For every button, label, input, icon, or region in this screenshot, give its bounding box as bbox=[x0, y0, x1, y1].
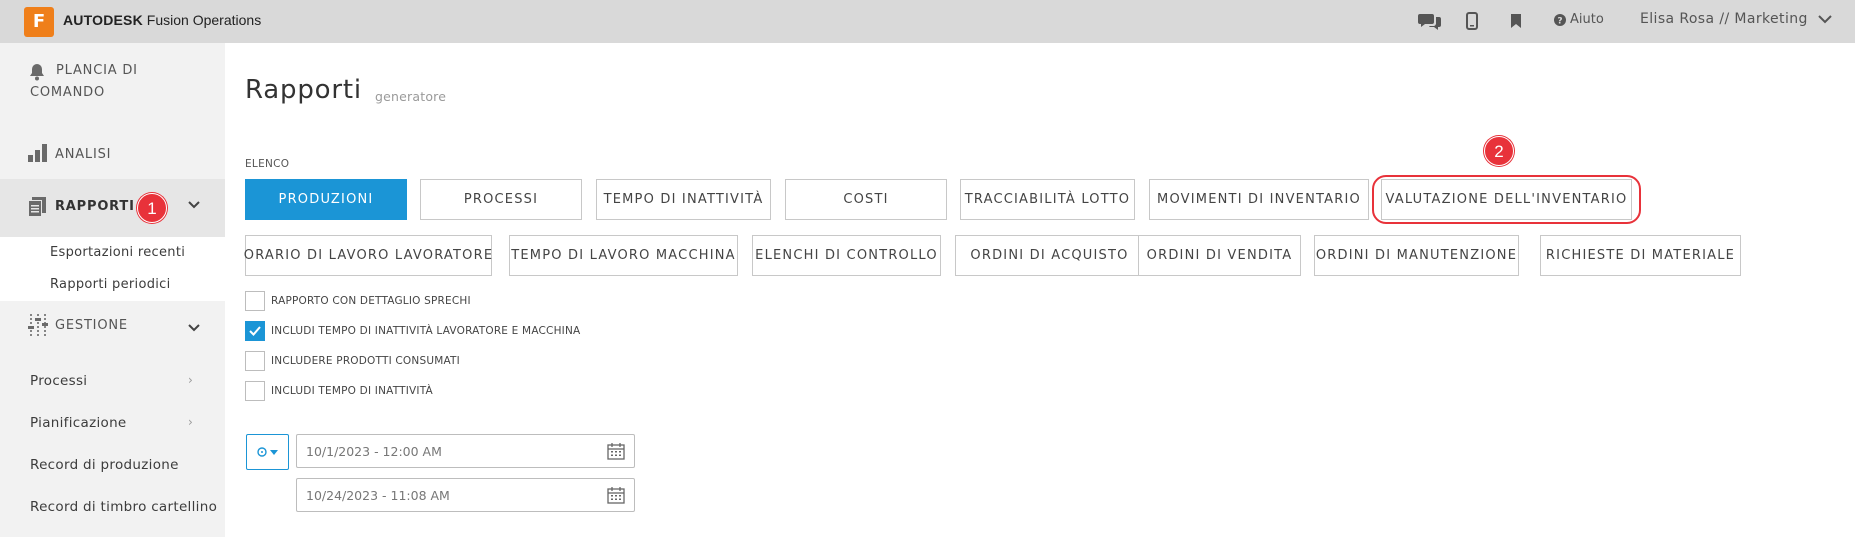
report-button-purchase-orders[interactable]: ORDINI DI ACQUISTO bbox=[955, 235, 1144, 276]
report-button-checklists[interactable]: ELENCHI DI CONTROLLO bbox=[752, 235, 941, 276]
sidebar: PLANCIA DI COMANDO ANALISI RAPPORTI Espo… bbox=[0, 43, 225, 537]
sidebar-item-analysis[interactable]: ANALISI bbox=[0, 135, 225, 175]
option-waste-detail[interactable]: RAPPORTO CON DETTAGLIO SPRECHI bbox=[245, 291, 471, 311]
calendar-icon[interactable] bbox=[607, 487, 625, 507]
top-bar: F AUTODESK Fusion Operations ? Aiuto Eli… bbox=[0, 0, 1855, 43]
sidebar-subitem-periodic-reports[interactable]: Rapporti periodici bbox=[50, 277, 171, 292]
checkbox-consumed-products[interactable] bbox=[245, 351, 265, 371]
chevron-right-icon: › bbox=[188, 415, 193, 429]
checkbox-label: RAPPORTO CON DETTAGLIO SPRECHI bbox=[271, 295, 471, 307]
sidebar-item-production-records[interactable]: Record di produzione bbox=[30, 457, 179, 473]
calendar-icon[interactable] bbox=[607, 443, 625, 463]
checkbox-label: INCLUDI TEMPO DI INATTIVITÀ bbox=[271, 385, 433, 397]
reports-submenu: Esportazioni recenti Rapporti periodici bbox=[0, 237, 225, 301]
option-include-consumed-products[interactable]: INCLUDERE PRODOTTI CONSUMATI bbox=[245, 351, 460, 371]
brand-name: AUTODESK Fusion Operations bbox=[63, 12, 261, 28]
logo-letter: F bbox=[32, 11, 46, 32]
report-button-sales-orders[interactable]: ORDINI DI VENDITA bbox=[1138, 235, 1301, 276]
bookmark-icon[interactable] bbox=[1511, 10, 1521, 32]
chat-icon[interactable] bbox=[1418, 10, 1442, 32]
report-button-machine-hours[interactable]: TEMPO DI LAVORO MACCHINA bbox=[509, 235, 738, 276]
report-button-maintenance-orders[interactable]: ORDINI DI MANUTENZIONE bbox=[1314, 235, 1519, 276]
bar-chart-icon bbox=[28, 144, 48, 166]
report-button-worker-hours[interactable]: ORARIO DI LAVORO LAVORATORE bbox=[244, 235, 492, 276]
checkbox-waste-detail[interactable] bbox=[245, 291, 265, 311]
help-label: Aiuto bbox=[1570, 12, 1604, 27]
page-subtitle: generatore bbox=[375, 89, 447, 104]
report-button-productions[interactable]: PRODUZIONI bbox=[245, 179, 407, 220]
help-link[interactable]: ? Aiuto bbox=[1554, 12, 1604, 27]
sidebar-label-management: GESTIONE bbox=[55, 318, 128, 333]
report-button-lot-traceability[interactable]: TRACCIABILITÀ LOTTO bbox=[960, 179, 1135, 220]
checkbox-label: INCLUDERE PRODOTTI CONSUMATI bbox=[271, 355, 460, 367]
sidebar-subitem-recent-exports[interactable]: Esportazioni recenti bbox=[50, 245, 185, 260]
start-date-value: 10/1/2023 - 12:00 AM bbox=[306, 443, 442, 459]
report-button-inventory-valuation[interactable]: VALUTAZIONE DELL'INVENTARIO bbox=[1381, 179, 1632, 220]
report-button-costs[interactable]: COSTI bbox=[785, 179, 947, 220]
user-label: Elisa Rosa // Marketing bbox=[1640, 11, 1808, 27]
end-date-input[interactable]: 10/24/2023 - 11:08 AM bbox=[296, 478, 635, 512]
checkmark-icon bbox=[249, 326, 261, 336]
chevron-right-icon: › bbox=[188, 373, 193, 387]
date-mode-dropdown[interactable] bbox=[246, 434, 289, 470]
list-label: ELENCO bbox=[245, 158, 290, 170]
bell-icon bbox=[28, 63, 46, 85]
brand-rest: Fusion Operations bbox=[142, 12, 262, 28]
brand-bold: AUTODESK bbox=[63, 12, 143, 28]
help-icon: ? bbox=[1554, 13, 1566, 26]
chevron-down-icon bbox=[188, 321, 200, 336]
report-button-material-requests[interactable]: RICHIESTE DI MATERIALE bbox=[1540, 235, 1741, 276]
chevron-down-icon bbox=[1818, 14, 1832, 23]
page-title: Rapporti bbox=[245, 75, 362, 105]
checkbox-downtime[interactable] bbox=[245, 381, 265, 401]
checkbox-label: INCLUDI TEMPO DI INATTIVITÀ LAVORATORE E… bbox=[271, 325, 581, 337]
report-button-inventory-movements[interactable]: MOVIMENTI DI INVENTARIO bbox=[1149, 179, 1369, 220]
sidebar-label-dashboard-line2: COMANDO bbox=[30, 85, 105, 100]
option-include-downtime[interactable]: INCLUDI TEMPO DI INATTIVITÀ bbox=[245, 381, 433, 401]
end-date-value: 10/24/2023 - 11:08 AM bbox=[306, 487, 450, 503]
sidebar-item-processes[interactable]: Processi bbox=[30, 373, 87, 389]
chevron-down-icon bbox=[188, 198, 200, 213]
report-button-processes[interactable]: PROCESSI bbox=[420, 179, 582, 220]
user-menu[interactable]: Elisa Rosa // Marketing bbox=[1640, 11, 1832, 27]
caret-down-icon bbox=[270, 449, 278, 455]
reports-icon bbox=[28, 197, 46, 221]
sidebar-label-analysis: ANALISI bbox=[55, 147, 112, 162]
clock-icon bbox=[257, 447, 267, 457]
sidebar-item-reports[interactable]: RAPPORTI bbox=[0, 179, 225, 237]
callout-badge-1: 1 bbox=[137, 193, 167, 223]
sliders-icon bbox=[28, 314, 48, 340]
sidebar-item-dashboard[interactable]: PLANCIA DI COMANDO bbox=[0, 61, 225, 111]
option-include-worker-machine-downtime[interactable]: INCLUDI TEMPO DI INATTIVITÀ LAVORATORE E… bbox=[245, 321, 580, 341]
start-date-input[interactable]: 10/1/2023 - 12:00 AM bbox=[296, 434, 635, 468]
sidebar-item-management[interactable]: GESTIONE bbox=[0, 309, 225, 343]
callout-badge-2: 2 bbox=[1484, 136, 1514, 166]
fusion-logo[interactable]: F bbox=[24, 7, 54, 37]
sidebar-label-reports: RAPPORTI bbox=[55, 199, 135, 214]
sidebar-item-timecard-records[interactable]: Record di timbro cartellino bbox=[30, 499, 217, 515]
checkbox-worker-machine-downtime[interactable] bbox=[245, 321, 265, 341]
sidebar-item-planning[interactable]: Pianificazione bbox=[30, 415, 127, 431]
report-button-downtime[interactable]: TEMPO DI INATTIVITÀ bbox=[596, 179, 771, 220]
mobile-icon[interactable] bbox=[1466, 10, 1478, 32]
svg-text:?: ? bbox=[1557, 16, 1562, 26]
sidebar-label-dashboard-line1: PLANCIA DI bbox=[56, 63, 138, 78]
